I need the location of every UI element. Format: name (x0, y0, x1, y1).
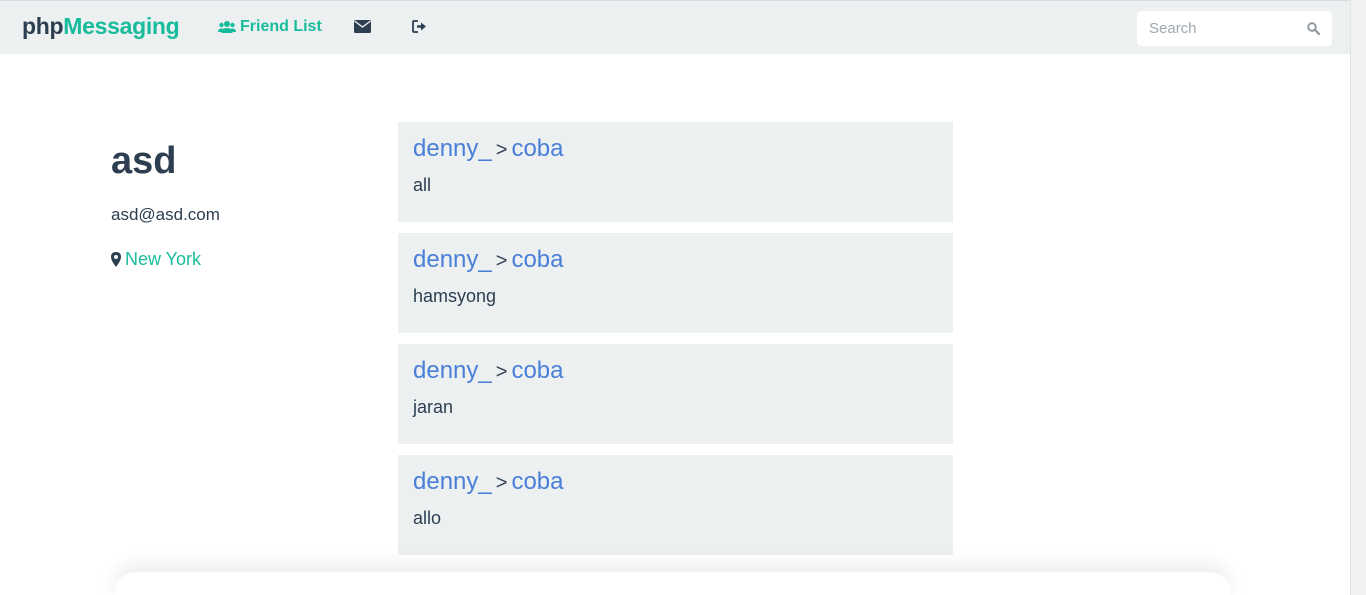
search-icon[interactable] (1307, 22, 1320, 35)
envelope-icon (354, 20, 371, 33)
friend-list-link[interactable]: Friend List (218, 18, 322, 36)
recipient-link[interactable]: coba (511, 357, 563, 384)
message-header: denny_ > coba (413, 134, 938, 165)
message-arrow: > (495, 472, 508, 494)
recipient-link[interactable]: coba (511, 246, 563, 273)
users-icon (218, 21, 236, 33)
navbar: phpMessaging Friend List (0, 0, 1351, 54)
sender-link[interactable]: denny_ (413, 357, 492, 384)
brand-messaging-text: Messaging (63, 13, 180, 39)
profile-name: asd (111, 140, 177, 182)
sign-out-icon (412, 20, 426, 33)
search-box (1137, 11, 1332, 46)
message-arrow: > (495, 250, 508, 272)
profile-email: asd@asd.com (111, 205, 220, 224)
search-input[interactable] (1137, 11, 1297, 46)
messages-link[interactable] (354, 20, 371, 33)
location-link[interactable]: New York (125, 249, 201, 270)
message-arrow: > (495, 139, 508, 161)
message-item: denny_ > coba allo (398, 455, 953, 555)
message-text: jaran (413, 397, 454, 417)
sender-link[interactable]: denny_ (413, 135, 492, 162)
page: phpMessaging Friend List Search asd asd@… (0, 0, 1366, 595)
footer-panel (115, 572, 1230, 595)
message-item: denny_ > coba all (398, 122, 953, 222)
message-header: denny_ > coba (413, 245, 938, 276)
recipient-link[interactable]: coba (511, 135, 563, 162)
message-header: denny_ > coba (413, 356, 938, 387)
sender-link[interactable]: denny_ (413, 246, 492, 273)
message-text: all (413, 175, 432, 195)
friend-list-label: Friend List (240, 18, 322, 35)
message-arrow: > (495, 361, 508, 383)
message-text: allo (413, 508, 442, 528)
brand-logo[interactable]: phpMessaging (22, 13, 180, 40)
message-header: denny_ > coba (413, 467, 938, 498)
scrollbar[interactable] (1350, 0, 1366, 595)
message-text: hamsyong (413, 286, 497, 306)
map-marker-icon (111, 252, 121, 267)
logout-link[interactable] (412, 20, 427, 33)
message-item: denny_ > coba jaran (398, 344, 953, 444)
profile-location: New York (111, 249, 201, 270)
message-item: denny_ > coba hamsyong (398, 233, 953, 333)
message-list: denny_ > coba all denny_ > coba hamsyong den… (398, 122, 953, 566)
sender-link[interactable]: denny_ (413, 468, 492, 495)
recipient-link[interactable]: coba (511, 468, 563, 495)
brand-php-text: php (22, 13, 64, 39)
